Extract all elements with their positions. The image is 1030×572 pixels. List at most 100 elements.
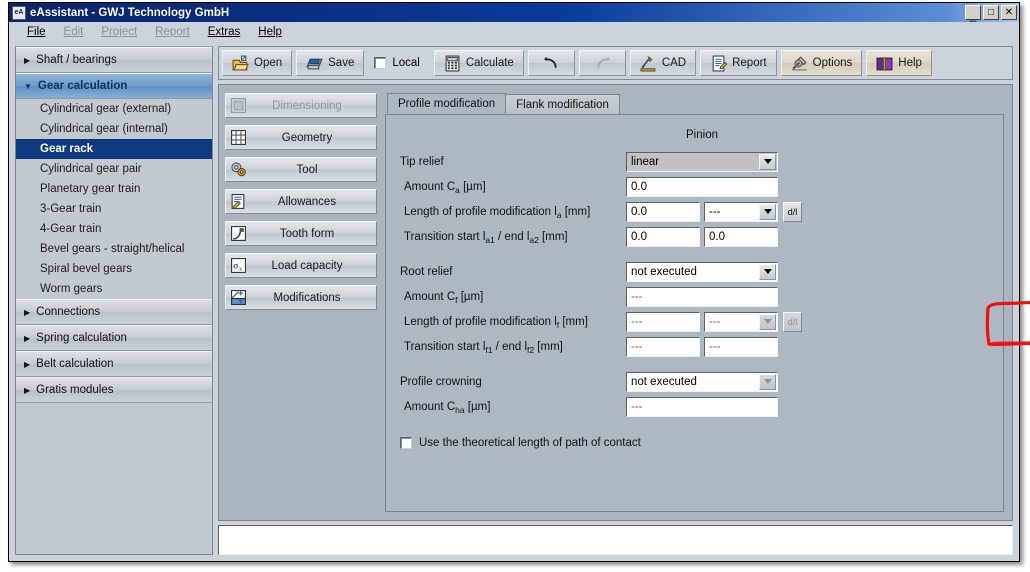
sidebar-item-3-gear-train[interactable]: 3-Gear train [16, 199, 212, 219]
chevron-down-icon[interactable] [759, 154, 776, 170]
dl-label: d/l [788, 207, 798, 217]
triangle-right-icon: ▶ [24, 308, 30, 317]
tab-profile-modification[interactable]: Profile modification [387, 93, 506, 114]
options-button[interactable]: Options [781, 50, 863, 76]
root-amount-input[interactable]: --- [626, 287, 778, 307]
open-button[interactable]: Open [222, 50, 292, 76]
cad-button[interactable]: CAD [630, 50, 696, 76]
chevron-down-icon[interactable] [759, 374, 776, 390]
geometry-button[interactable]: Geometry [225, 125, 377, 150]
sidebar-item-worm-gears[interactable]: Worm gears [16, 279, 212, 299]
sidebar-item-bevel-gears[interactable]: Bevel gears - straight/helical [16, 239, 212, 259]
root-transition-end-input[interactable]: --- [704, 337, 778, 357]
sidebar-item-spiral-bevel-gears[interactable]: Spiral bevel gears [16, 259, 212, 279]
report-button[interactable]: Report [700, 50, 777, 76]
root-relief-value: not executed [631, 266, 697, 278]
sidebar-group-spring-calculation[interactable]: ▶ Spring calculation [16, 325, 212, 351]
help-label: Help [898, 57, 922, 69]
sidebar-item-gear-rack[interactable]: Gear rack [16, 139, 212, 159]
module-button-column: Dimensioning Geometry [225, 93, 377, 512]
row-crowning-amount: Amount Cha [µm] --- [394, 396, 987, 417]
menu-project[interactable]: Project [101, 26, 137, 38]
root-length-input[interactable]: --- [626, 312, 700, 332]
theoretical-length-checkbox[interactable] [400, 437, 412, 449]
sidebar-group-gear-calculation[interactable]: ▼ Gear calculation [16, 73, 212, 99]
root-relief-dropdown[interactable]: not executed [626, 262, 778, 282]
sidebar-group-gratis-modules[interactable]: ▶ Gratis modules [16, 377, 212, 403]
tooth-form-button[interactable]: Tooth form [225, 221, 377, 246]
root-transition-start-input[interactable]: --- [626, 337, 700, 357]
row-root-amount: Amount Cf [µm] --- [394, 286, 987, 307]
sidebar-group-connections[interactable]: ▶ Connections [16, 299, 212, 325]
local-checkbox-row[interactable]: Local [368, 57, 430, 69]
menu-report[interactable]: Report [155, 26, 190, 38]
tab-flank-modification[interactable]: Flank modification [505, 94, 620, 114]
local-label: Local [392, 57, 420, 69]
chevron-down-icon[interactable] [759, 314, 776, 330]
modifications-button[interactable]: Modifications [225, 285, 377, 310]
sidebar-group-label: Connections [36, 306, 100, 318]
root-transition-end-value: --- [709, 341, 721, 353]
dimensioning-button[interactable]: Dimensioning [225, 93, 377, 118]
chevron-down-icon[interactable] [759, 264, 776, 280]
sidebar-item-4-gear-train[interactable]: 4-Gear train [16, 219, 212, 239]
sidebar-item-label: 4-Gear train [40, 223, 101, 235]
cad-icon [640, 55, 657, 72]
row-tip-transition: Transition start la1 / end la2 [mm] 0.0 … [394, 226, 987, 247]
tip-length-unit-dropdown[interactable]: --- [704, 202, 778, 222]
allowances-button[interactable]: Allowances [225, 189, 377, 214]
redo-button[interactable] [579, 50, 626, 76]
sidebar-item-label: Planetary gear train [40, 183, 140, 195]
tab-label: Flank modification [516, 99, 609, 111]
tip-length-dl-button[interactable]: d/l [783, 202, 802, 222]
undo-button[interactable] [528, 50, 575, 76]
root-amount-value: --- [631, 291, 643, 303]
minimize-button[interactable]: _ [965, 5, 981, 20]
crowning-amount-label: Amount Cha [µm] [394, 401, 626, 413]
theoretical-length-row[interactable]: Use the theoretical length of path of co… [394, 437, 987, 449]
spacer [394, 251, 987, 261]
load-capacity-button[interactable]: σ x Load capacity [225, 253, 377, 278]
gears-icon [230, 161, 247, 178]
row-root-transition: Transition start lf1 / end lf2 [mm] --- … [394, 336, 987, 357]
menu-extras[interactable]: Extras [208, 26, 241, 38]
root-length-dl-button[interactable]: d/l [783, 312, 802, 332]
triangle-right-icon: ▶ [24, 334, 30, 343]
close-button[interactable]: ✕ [1001, 5, 1017, 20]
sidebar-item-cylindrical-gear-pair[interactable]: Cylindrical gear pair [16, 159, 212, 179]
sidebar-item-planetary-gear-train[interactable]: Planetary gear train [16, 179, 212, 199]
sidebar-group-shaft-bearings[interactable]: ▶ Shaft / bearings [16, 47, 212, 73]
help-button[interactable]: Help [866, 50, 932, 76]
profile-crowning-label: Profile crowning [394, 376, 626, 388]
tip-relief-dropdown[interactable]: linear [626, 152, 778, 172]
sidebar-item-cylindrical-gear-external[interactable]: Cylindrical gear (external) [16, 99, 212, 119]
tip-transition-end-input[interactable]: 0.0 [704, 227, 778, 247]
floppy-disk-icon [306, 55, 323, 72]
tip-amount-input[interactable]: 0.0 [626, 177, 778, 197]
tip-transition-start-value: 0.0 [631, 231, 647, 243]
tip-length-value: 0.0 [631, 206, 647, 218]
report-label: Report [732, 57, 767, 69]
menu-help[interactable]: Help [258, 26, 282, 38]
crowning-amount-input[interactable]: --- [626, 397, 778, 417]
tool-button[interactable]: Tool [225, 157, 377, 182]
sidebar-item-cylindrical-gear-internal[interactable]: Cylindrical gear (internal) [16, 119, 212, 139]
local-checkbox[interactable] [374, 57, 386, 69]
tip-relief-label: Tip relief [394, 156, 626, 168]
save-button[interactable]: Save [296, 50, 364, 76]
tooth-form-label: Tooth form [226, 228, 376, 240]
menu-file[interactable]: File [27, 26, 46, 38]
maximize-button[interactable]: □ [983, 5, 999, 20]
row-root-relief: Root relief not executed [394, 261, 987, 282]
calculate-button[interactable]: Calculate [434, 50, 524, 76]
profile-crowning-dropdown[interactable]: not executed [626, 372, 778, 392]
sidebar-group-belt-calculation[interactable]: ▶ Belt calculation [16, 351, 212, 377]
tip-transition-start-input[interactable]: 0.0 [626, 227, 700, 247]
root-length-unit-dropdown[interactable]: --- [704, 312, 778, 332]
sidebar: ▶ Shaft / bearings ▼ Gear calculation Cy… [15, 46, 213, 555]
calculate-label: Calculate [466, 57, 514, 69]
chevron-down-icon[interactable] [759, 204, 776, 220]
menu-edit[interactable]: Edit [64, 26, 84, 38]
sidebar-item-label: Worm gears [40, 283, 102, 295]
tip-length-input[interactable]: 0.0 [626, 202, 700, 222]
